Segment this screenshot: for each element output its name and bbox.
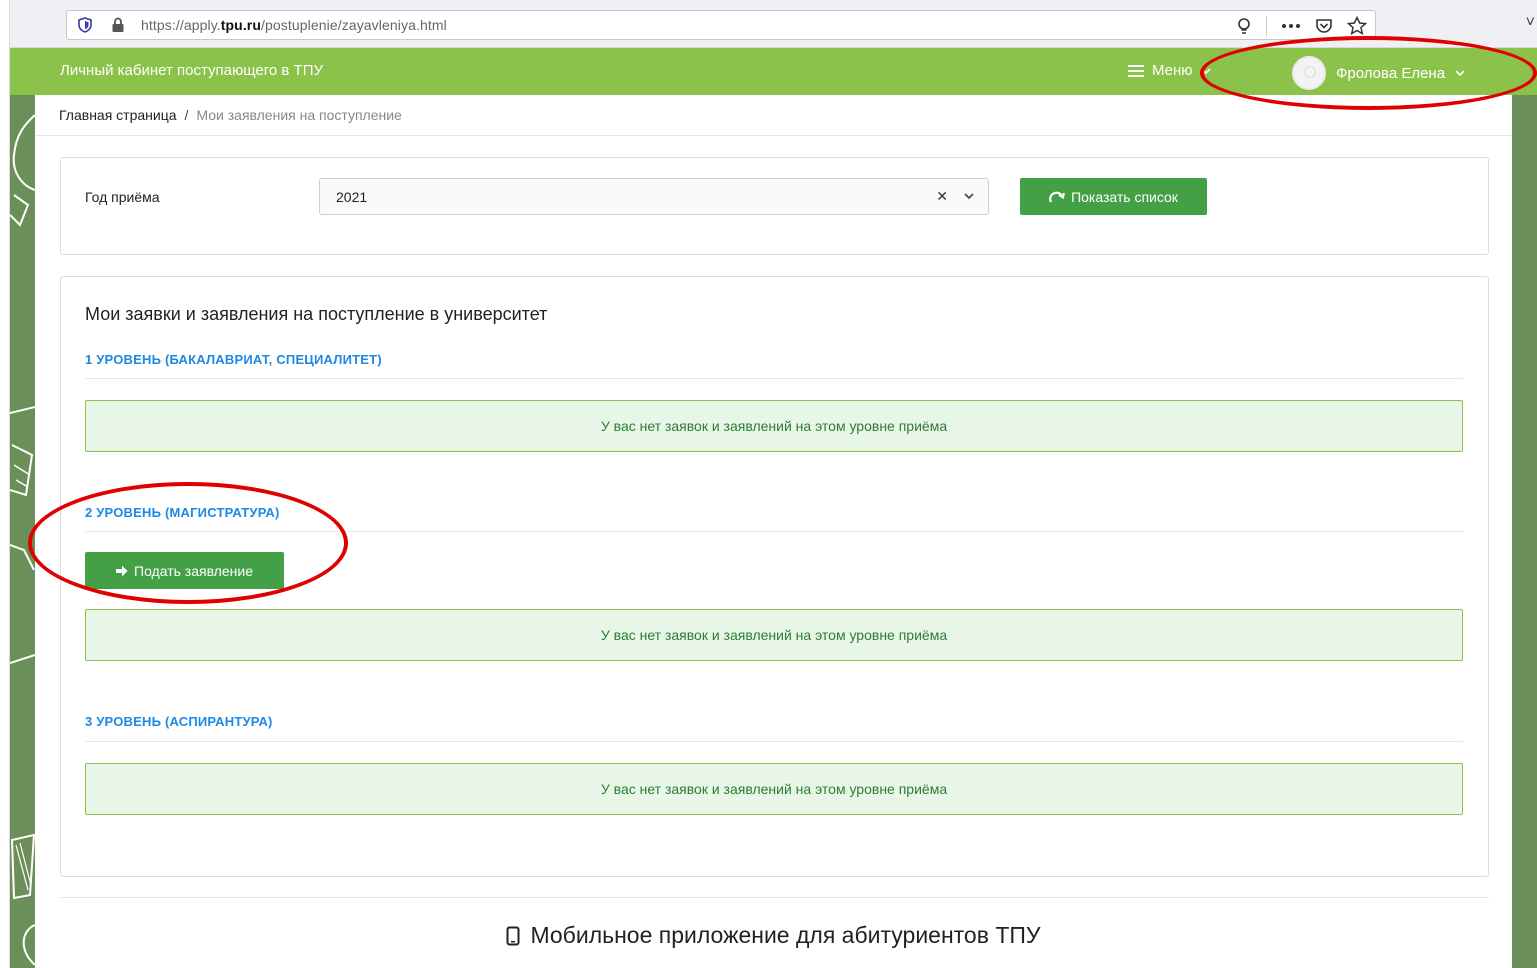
submit-application-button[interactable]: Подать заявление	[85, 552, 284, 589]
window-left-border	[0, 0, 10, 968]
lock-icon[interactable]	[111, 17, 125, 33]
app-header: Личный кабинет поступающего в ТПУ Меню Ф…	[10, 48, 1537, 95]
breadcrumb: Главная страница / Мои заявления на поступ…	[59, 107, 402, 123]
level-1-empty-notice: У вас нет заявок и заявлений на этом уро…	[85, 400, 1463, 452]
level-1-title: 1 УРОВЕНЬ (БАКАЛАВРИАТ, СПЕЦИАЛИТЕТ)	[85, 352, 382, 367]
clear-selection-icon[interactable]: ✕	[936, 188, 948, 205]
applications-title: Мои заявки и заявления на поступление в …	[85, 304, 548, 324]
lightbulb-icon[interactable]	[1236, 17, 1252, 35]
shield-icon[interactable]	[77, 17, 93, 33]
level-2-empty-notice: У вас нет заявок и заявлений на этом уро…	[85, 609, 1463, 661]
mobile-app-title: Мобильное приложение для абитуриентов ТП…	[530, 922, 1041, 948]
show-list-button[interactable]: Показать список	[1020, 178, 1207, 215]
overflow-chevron-icon[interactable]: ˅	[1526, 14, 1535, 32]
level-2-title: 2 УРОВЕНЬ (МАГИСТРАТУРА)	[85, 505, 280, 520]
chevron-down-icon	[1455, 70, 1465, 76]
divider	[85, 378, 1463, 379]
user-name: Фролова Елена	[1336, 64, 1446, 82]
year-label: Год приёма	[85, 189, 160, 205]
url-text: https://apply.tpu.ru/postuplenie/zayavle…	[141, 17, 447, 33]
level-3-empty-notice: У вас нет заявок и заявлений на этом уро…	[85, 763, 1463, 815]
divider	[85, 741, 1463, 742]
more-actions-icon[interactable]	[1281, 23, 1301, 29]
refresh-icon	[1049, 191, 1066, 203]
decorative-right-strip	[1512, 95, 1537, 968]
mobile-phone-icon	[506, 926, 520, 945]
level-3-title: 3 УРОВЕНЬ (АСПИРАНТУРА)	[85, 714, 273, 729]
browser-toolbar: https://apply.tpu.ru/postuplenie/zayavle…	[0, 0, 1537, 48]
doodle-pattern-icon	[10, 114, 35, 966]
decorative-side-pattern	[10, 95, 35, 968]
breadcrumb-home-link[interactable]: Главная страница	[59, 107, 177, 123]
year-filter-panel: Год приёма 2021 ✕ Показать список	[60, 157, 1489, 255]
menu-label: Меню	[1152, 62, 1193, 79]
breadcrumb-current: Мои заявления на поступление	[196, 107, 402, 123]
screen: https://apply.tpu.ru/postuplenie/zayavle…	[0, 0, 1537, 968]
address-bar[interactable]: https://apply.tpu.ru/postuplenie/zayavle…	[66, 10, 1376, 40]
chevron-down-icon	[1200, 67, 1211, 74]
chevron-down-icon[interactable]	[964, 188, 974, 204]
year-select-value: 2021	[336, 189, 368, 205]
show-list-label: Показать список	[1071, 188, 1178, 205]
breadcrumb-separator: /	[184, 107, 189, 123]
divider	[60, 897, 1489, 898]
app-title[interactable]: Личный кабинет поступающего в ТПУ	[60, 62, 323, 79]
mobile-app-heading: Мобильное приложение для абитуриентов ТП…	[35, 922, 1512, 949]
pocket-icon[interactable]	[1315, 17, 1333, 35]
applications-panel: Мои заявки и заявления на поступление в …	[60, 276, 1489, 877]
arrow-right-icon	[116, 565, 128, 576]
divider	[35, 135, 1512, 136]
menu-toggle[interactable]: Меню	[1128, 62, 1211, 79]
year-select[interactable]: 2021 ✕	[319, 178, 989, 215]
user-menu-toggle[interactable]: Фролова Елена	[1292, 56, 1465, 90]
submit-application-label: Подать заявление	[134, 562, 253, 579]
avatar	[1292, 56, 1326, 90]
url-actions	[1236, 15, 1367, 37]
bookmark-star-icon[interactable]	[1347, 16, 1367, 36]
hamburger-icon	[1128, 64, 1144, 77]
main-content: Главная страница / Мои заявления на поступ…	[35, 95, 1512, 968]
divider	[85, 531, 1463, 532]
toolbar-separator	[1266, 16, 1267, 36]
